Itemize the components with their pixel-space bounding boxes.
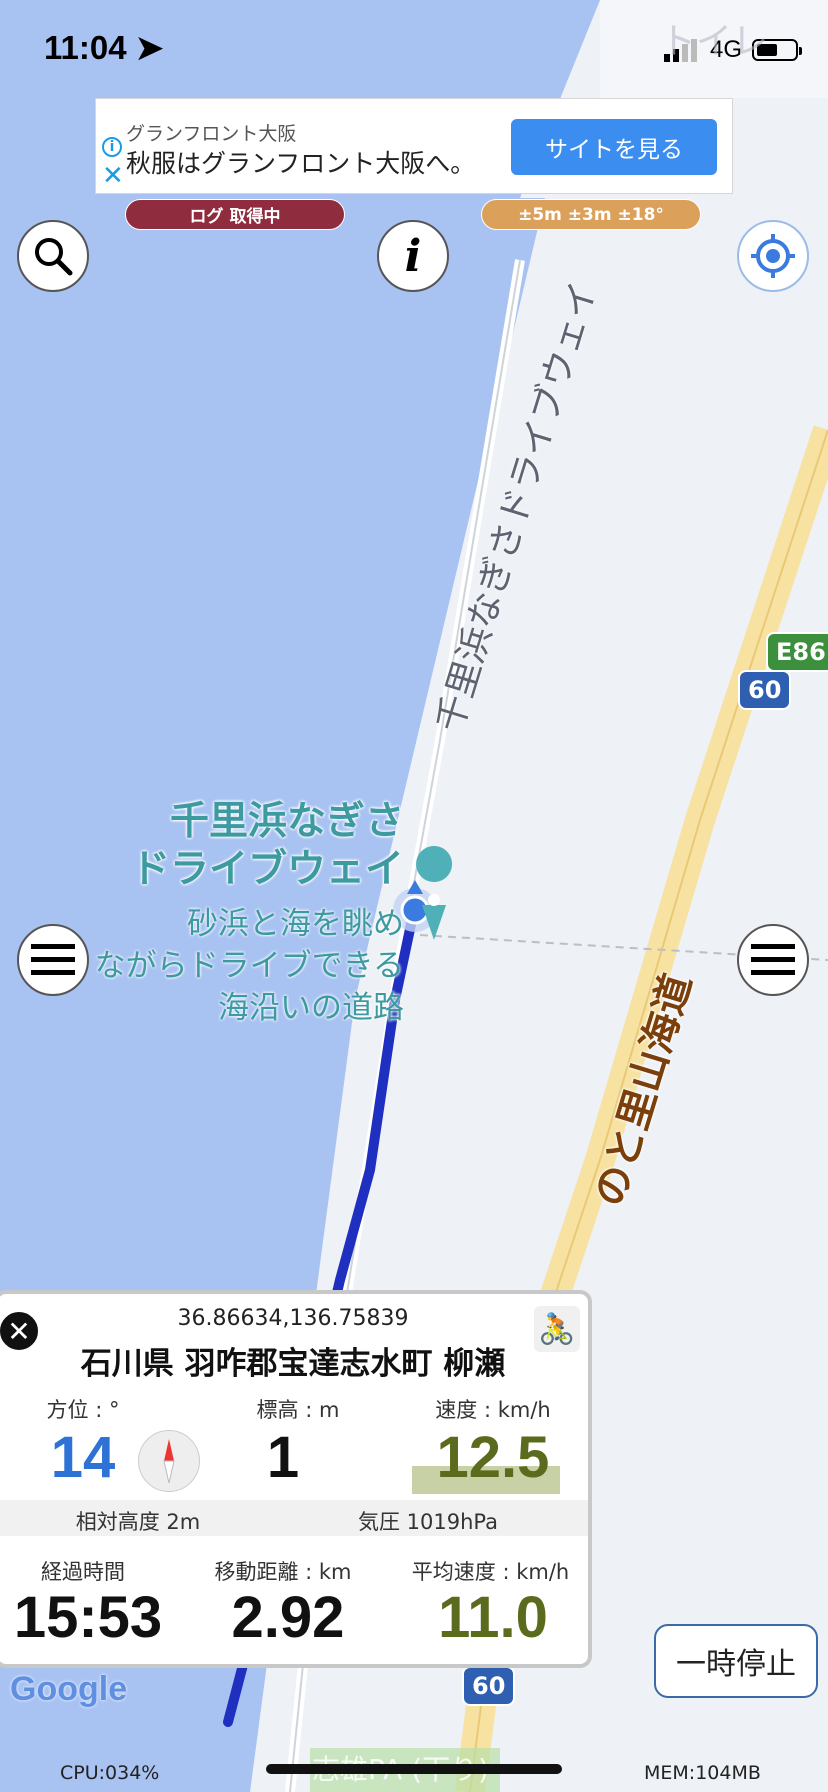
average-speed-value: 11.0 xyxy=(438,1585,548,1650)
logging-status-pill: ログ 取得中 xyxy=(125,199,345,230)
heading-label: 方位 : ° xyxy=(46,1398,120,1422)
panel-close-button[interactable]: ✕ xyxy=(0,1310,40,1352)
coordinates: 36.86634,136.75839 xyxy=(177,1306,409,1331)
accuracy-pill: ±5m ±3m ±18° xyxy=(481,199,701,230)
info-icon: i xyxy=(404,230,422,282)
faded-toilet-label: トイレ xyxy=(660,21,769,62)
time-text: 11:04 xyxy=(44,29,127,66)
poi-description: 砂浜と海を眺め ながらドライブできる 海沿いの道路 xyxy=(95,903,404,1029)
hamburger-icon xyxy=(31,944,75,975)
heading-value: 14 xyxy=(50,1425,116,1490)
search-button[interactable] xyxy=(17,220,89,292)
address: 石川県 羽咋郡宝達志水町 柳瀬 xyxy=(80,1346,506,1382)
right-menu-button[interactable] xyxy=(737,924,809,996)
ad-info-icon[interactable]: i xyxy=(102,137,122,157)
hamburger-icon xyxy=(751,944,795,975)
google-text: Google xyxy=(10,1670,128,1708)
locate-button[interactable] xyxy=(737,220,809,292)
poi-pin[interactable] xyxy=(416,846,453,882)
memory-usage: MEM:104MB xyxy=(644,1762,761,1784)
distance-value: 2.92 xyxy=(231,1585,345,1650)
ad-banner[interactable]: i ✕ グランフロント大阪 秋服はグランフロント大阪へ。 サイトを見る xyxy=(95,98,733,194)
poi-title-line: 千里浜なぎさ xyxy=(169,799,404,844)
route-shield-60-top: 60 xyxy=(738,670,792,710)
status-time: 11:04 ➤ xyxy=(44,28,163,67)
distance-label: 移動距離 : km xyxy=(214,1560,352,1584)
route-shield-60-bottom: 60 xyxy=(462,1666,516,1706)
speed-value: 12.5 xyxy=(436,1425,550,1490)
google-logo: Google xyxy=(10,1670,127,1709)
poi-desc-line: ながらドライブできる xyxy=(94,948,404,984)
poi-title: 千里浜なぎさ ドライブウェイ xyxy=(131,798,404,894)
ad-sponsor: グランフロント大阪 xyxy=(126,123,297,145)
route-shield-e86: E86 xyxy=(766,632,828,672)
air-pressure: 気圧 1019hPa xyxy=(357,1510,499,1534)
altitude-label: 標高 : m xyxy=(256,1398,340,1422)
relative-altitude: 相対高度 2m xyxy=(75,1510,201,1534)
poi-title-line: ドライブウェイ xyxy=(130,847,404,892)
poi-pin-dot xyxy=(428,894,440,906)
home-indicator[interactable] xyxy=(266,1764,562,1774)
elapsed-label: 経過時間 xyxy=(41,1560,125,1584)
poi-desc-line: 海沿いの道路 xyxy=(218,990,404,1026)
info-button[interactable]: i xyxy=(377,220,449,292)
speed-label: 速度 : km/h xyxy=(435,1398,551,1422)
compass-icon xyxy=(138,1430,200,1492)
pause-button[interactable]: 一時停止 xyxy=(654,1624,818,1698)
elapsed-value: 15:53 xyxy=(13,1585,163,1650)
ad-visit-button[interactable]: サイトを見る xyxy=(511,119,717,175)
crosshair-icon xyxy=(751,234,795,278)
ad-close-icon[interactable]: ✕ xyxy=(102,163,124,189)
cpu-usage: CPU:034% xyxy=(60,1762,160,1784)
altitude-value: 1 xyxy=(266,1425,300,1490)
info-panel: 36.86634,136.75839 🚴 石川県 羽咋郡宝達志水町 柳瀬 方位 … xyxy=(0,1290,592,1668)
average-speed-label: 平均速度 : km/h xyxy=(411,1560,570,1584)
left-menu-button[interactable] xyxy=(17,924,89,996)
location-arrow-icon: ➤ xyxy=(135,29,164,66)
ad-headline: 秋服はグランフロント大阪へ。 xyxy=(126,149,476,178)
poi-desc-line: 砂浜と海を眺め xyxy=(187,906,404,942)
search-icon xyxy=(35,238,73,276)
